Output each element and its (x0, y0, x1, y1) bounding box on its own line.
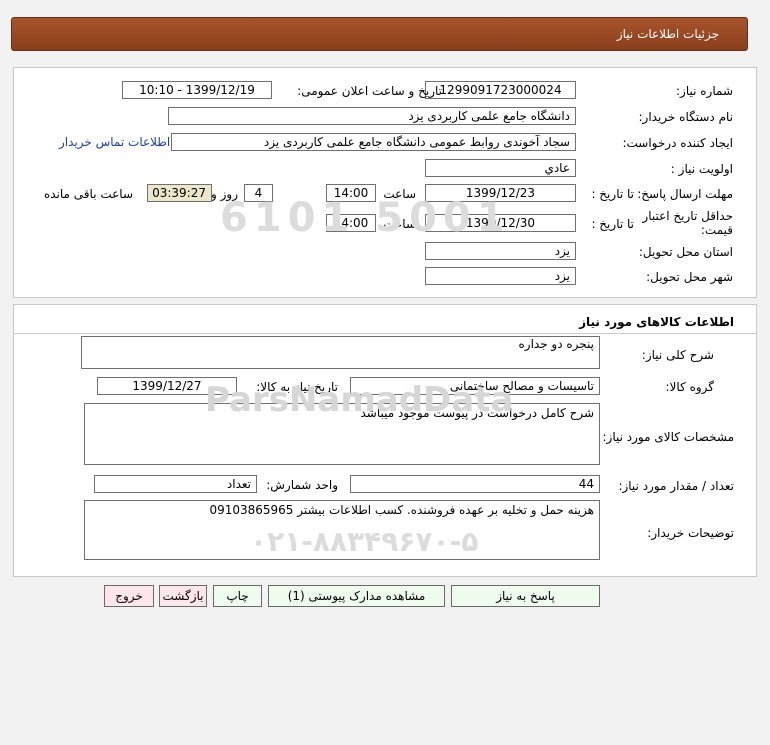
exit-button[interactable]: خروج (104, 585, 154, 607)
remaining-time-field: 03:39:27 (147, 184, 212, 202)
page-header: جزئیات اطلاعات نیاز (11, 17, 748, 51)
need-number-label: شماره نیاز: (676, 84, 733, 98)
reply-to-need-button[interactable]: پاسخ به نیاز (451, 585, 600, 607)
unit-label: واحد شمارش: (266, 478, 338, 492)
validity-time-label: ساعت (383, 217, 416, 231)
buyer-notes-label: توضیحات خریدار: (647, 526, 734, 540)
buyer-field: دانشگاه جامع علمی کاربردی یزد (168, 107, 576, 125)
remaining-time-label: ساعت باقی مانده (43, 187, 133, 201)
view-attachments-button[interactable]: مشاهده مدارک پیوستی (1) (268, 585, 445, 607)
buyer-label: نام دستگاه خریدار: (638, 110, 734, 124)
buyer-notes-field: هزینه حمل و تخلیه بر عهده فروشنده. کسب ا… (84, 500, 600, 560)
validity-to-date-label: تا تاریخ : (591, 217, 634, 231)
goods-group-field: تاسیسات و مصالح ساختمانی (350, 377, 600, 395)
city-field: یزد (425, 267, 576, 285)
creator-field: سجاد آخوندی روابط عمومی دانشگاه جامع علم… (171, 133, 576, 151)
deadline-to-date-label: تا تاریخ : (591, 187, 634, 201)
need-info-panel: شماره نیاز: 1299091723000024 تاریخ و ساع… (13, 67, 757, 298)
remaining-days-label: روز و (211, 187, 238, 201)
quantity-field: 44 (350, 475, 600, 493)
province-field: یزد (425, 242, 576, 260)
creator-label: ایجاد کننده درخواست: (622, 136, 733, 150)
print-button[interactable]: چاپ (213, 585, 262, 607)
page-title: جزئیات اطلاعات نیاز (616, 27, 719, 41)
goods-group-label: گروه کالا: (665, 380, 715, 394)
summary-label: شرح کلی نیاز: (641, 348, 714, 362)
priority-field: عادي (425, 159, 576, 177)
unit-field: تعداد (94, 475, 257, 493)
need-number-field: 1299091723000024 (425, 81, 576, 99)
announce-field: 1399/12/19 - 10:10 (122, 81, 272, 99)
validity-date-field: 1399/12/30 (425, 214, 576, 232)
back-button[interactable]: بازگشت (159, 585, 207, 607)
city-label: شهر محل تحویل: (646, 270, 733, 284)
need-date-field: 1399/12/27 (97, 377, 237, 395)
deadline-label: مهلت ارسال پاسخ: (637, 187, 733, 201)
summary-field: پنجره دو جداره (81, 336, 600, 369)
goods-info-panel: اطلاعات کالاهای مورد نیاز شرح کلی نیاز: … (13, 304, 757, 577)
specs-label: مشخصات کالای مورد نیاز: (602, 430, 734, 444)
deadline-time-field: 14:00 (326, 184, 376, 202)
priority-label: اولویت نیاز : (670, 162, 733, 176)
quantity-label: تعداد / مقدار مورد نیاز: (618, 479, 734, 493)
section-divider (14, 333, 756, 334)
announce-label: تاریخ و ساعت اعلان عمومی: (297, 84, 442, 98)
validity-time-field: 14:00 (326, 214, 376, 232)
province-label: استان محل تحویل: (638, 245, 733, 259)
validity-label: حداقل تاریخ اعتبار قیمت: (642, 209, 733, 237)
remaining-days-field: 4 (244, 184, 273, 202)
need-date-label: تاریخ نیاز به کالا: (256, 380, 338, 394)
specs-field: شرح کامل درخواست در پیوست موجود میباشد (84, 403, 600, 465)
deadline-time-label: ساعت (383, 187, 416, 201)
deadline-date-field: 1399/12/23 (425, 184, 576, 202)
buyer-contact-link[interactable]: اطلاعات تماس خریدار (59, 135, 170, 149)
goods-section-title: اطلاعات کالاهای مورد نیاز (579, 315, 734, 329)
